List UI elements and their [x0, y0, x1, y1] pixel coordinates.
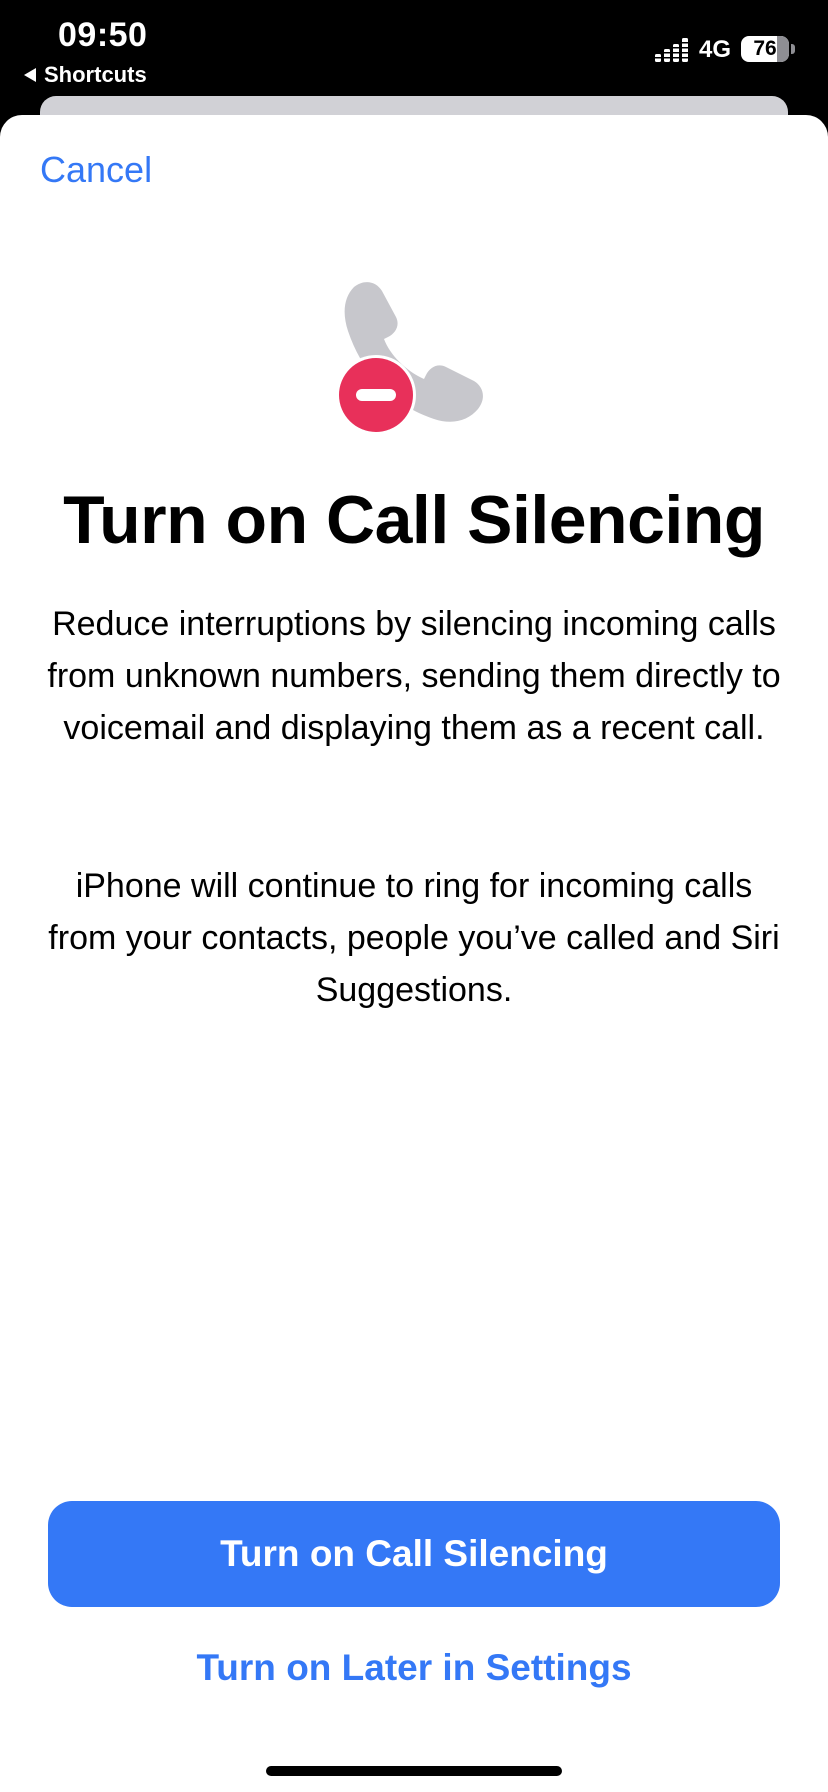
- page-title: Turn on Call Silencing: [63, 482, 765, 558]
- description-text: Reduce interruptions by silencing incomi…: [47, 605, 781, 747]
- battery-icon: 76: [741, 36, 789, 62]
- home-indicator[interactable]: [266, 1766, 562, 1776]
- back-app-label: Shortcuts: [44, 62, 147, 87]
- turn-on-call-silencing-button[interactable]: Turn on Call Silencing: [48, 1501, 780, 1607]
- battery-tip-icon: [791, 44, 795, 54]
- cancel-button[interactable]: Cancel: [40, 149, 152, 191]
- minus-badge-icon: [336, 355, 416, 435]
- turn-on-later-button[interactable]: Turn on Later in Settings: [0, 1647, 828, 1689]
- status-time: 09:50: [58, 16, 148, 54]
- call-silencing-sheet: Cancel Turn on Call Silencing Reduce int…: [0, 115, 828, 1792]
- contacts-note-text: iPhone will continue to ring for incomin…: [48, 867, 780, 1009]
- network-type: 4G: [699, 36, 732, 63]
- phone-silence-icon: [336, 282, 483, 435]
- back-triangle-icon: [24, 68, 36, 82]
- back-to-app-button[interactable]: Shortcuts: [24, 62, 147, 88]
- battery-level: 76: [753, 37, 777, 60]
- battery-empty-portion: [777, 36, 789, 62]
- cellular-signal-icon: [655, 38, 688, 62]
